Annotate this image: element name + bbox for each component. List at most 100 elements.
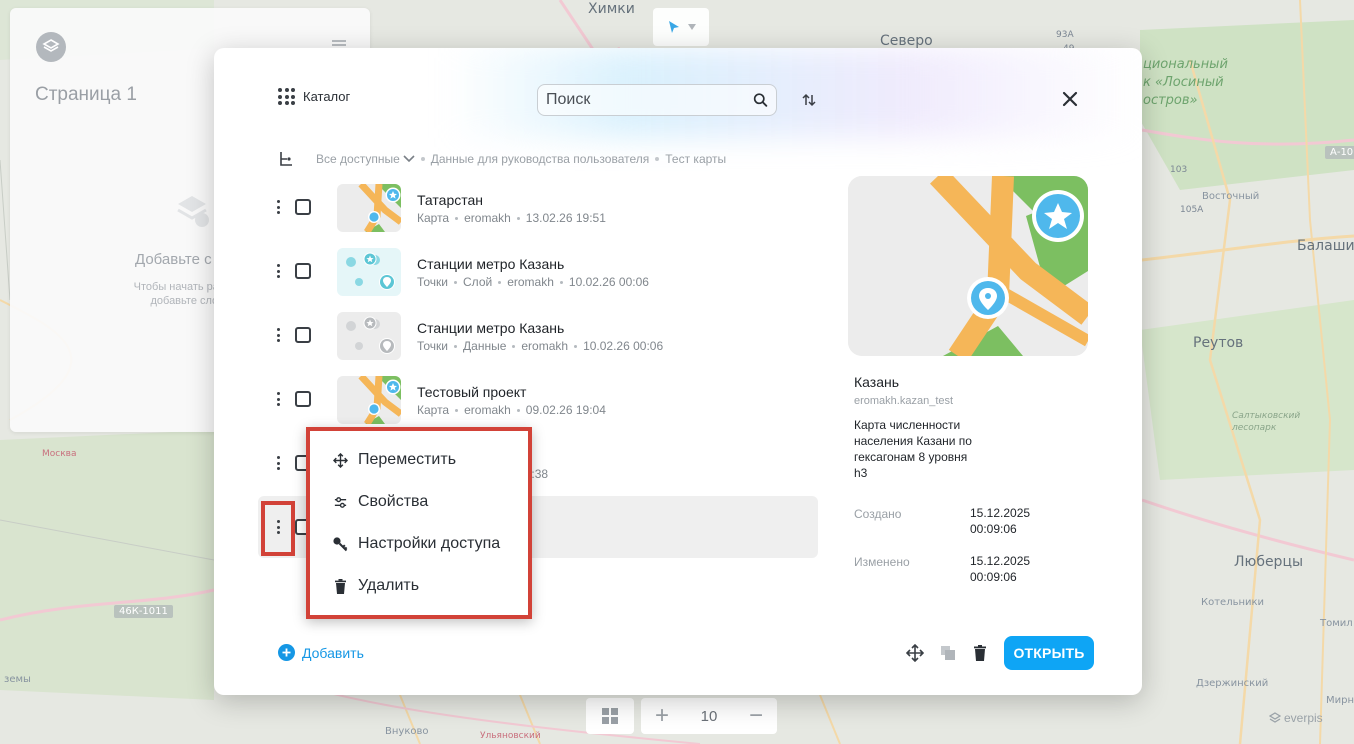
breadcrumb-separator — [420, 157, 425, 161]
item-thumbnail — [337, 184, 401, 232]
brand-name: everpis — [1284, 711, 1323, 725]
modified-value: 15.12.2025 00:09:06 — [970, 554, 1031, 584]
move-icon[interactable] — [906, 644, 924, 662]
breadcrumb-user-guide-data[interactable]: Данные для руководства пользователя — [431, 152, 650, 166]
meta-separator — [454, 344, 458, 348]
catalog-item[interactable]: Станции метро Казань Точки Слой eromakh 10.0… — [258, 240, 818, 302]
meta-separator — [455, 216, 459, 220]
meta-field: 09.02.26 19:04 — [525, 403, 606, 417]
road-number-105a: 105А — [1180, 205, 1204, 215]
road-number-93a: 93А — [1056, 30, 1074, 40]
details-description: Карта численности населения Казани по ге… — [854, 418, 972, 480]
meta-field: eromakh — [464, 211, 511, 225]
open-button[interactable]: ОТКРЫТЬ — [1004, 636, 1094, 670]
trash-icon[interactable] — [971, 644, 989, 662]
add-button[interactable]: Добавить — [278, 644, 364, 661]
details-id: eromakh.kazan_test — [854, 395, 954, 407]
item-title: Татарстан — [417, 192, 484, 208]
road-number-103: 103 — [1170, 165, 1188, 175]
copy-icon[interactable] — [939, 644, 957, 662]
meta-separator — [455, 408, 459, 412]
zoom-out-button[interactable]: − — [749, 704, 763, 728]
cursor-icon — [669, 21, 679, 33]
grid-view-button[interactable] — [586, 698, 634, 734]
meta-field: Точки — [417, 339, 449, 353]
meta-field: eromakh — [521, 339, 569, 353]
item-meta: Карта eromakh 13.02.26 19:51 — [417, 211, 606, 225]
trash-icon — [334, 578, 346, 594]
close-icon[interactable] — [1061, 90, 1079, 108]
map-label-zemy: земы — [4, 674, 31, 685]
apps-grid-icon — [278, 88, 295, 105]
menu-item-move[interactable]: Переместить — [332, 451, 456, 469]
catalog-item[interactable]: Татарстан Карта eromakh 13.02.26 19:51 — [258, 176, 818, 238]
pointer-tool-select[interactable] — [653, 8, 709, 46]
zoom-level: 10 — [700, 707, 718, 725]
more-options-icon[interactable] — [273, 390, 283, 408]
menu-item-properties[interactable]: Свойства — [332, 493, 428, 511]
menu-item-label: Переместить — [358, 451, 457, 468]
more-options-icon[interactable] — [273, 198, 283, 216]
breadcrumb-all-available[interactable]: Все доступные — [316, 152, 400, 166]
search-input[interactable] — [546, 91, 753, 109]
page-title: Страница 1 — [35, 84, 137, 105]
add-label: Добавить — [302, 644, 364, 661]
zoom-in-button[interactable]: + — [655, 704, 669, 728]
item-checkbox[interactable] — [295, 199, 311, 215]
more-options-icon[interactable] — [273, 326, 283, 344]
zoom-control: + 10 − — [641, 698, 777, 734]
meta-separator — [574, 344, 578, 348]
created-value: 15.12.2025 00:09:06 — [970, 506, 1031, 536]
map-label-ulyanovsky: Ульяновский — [480, 731, 541, 741]
meta-field: Точки — [417, 275, 449, 289]
meta-field: 10.02.26 00:06 — [568, 275, 649, 289]
meta-separator — [498, 280, 502, 284]
map-label-lyubertsy: Люберцы — [1234, 554, 1304, 570]
map-label-dzerzhinsky: Дзержинский — [1196, 678, 1269, 689]
sort-icon[interactable] — [801, 92, 817, 108]
search-icon[interactable] — [753, 91, 768, 109]
catalog-item[interactable]: Тестовый проект Карта eromakh 09.02.26 19:0… — [258, 368, 818, 430]
item-thumbnail — [337, 312, 401, 360]
item-checkbox[interactable] — [295, 263, 311, 279]
item-thumbnail — [337, 376, 401, 424]
map-label-kotelniki: Котельники — [1201, 597, 1265, 608]
chevron-down-icon[interactable] — [403, 155, 415, 163]
menu-item-access-settings[interactable]: Настройки доступа — [332, 535, 500, 553]
brand-logo-icon — [1269, 712, 1281, 723]
menu-item-delete[interactable]: Удалить — [332, 577, 419, 595]
road-badge-46k: 46К-1011 — [114, 605, 173, 618]
menu-item-label: Свойства — [358, 493, 429, 510]
search-box — [537, 84, 777, 116]
more-options-icon[interactable] — [273, 454, 283, 472]
chevron-down-icon — [688, 24, 696, 30]
item-checkbox[interactable] — [295, 327, 311, 343]
meta-field: Слой — [463, 275, 493, 289]
breadcrumb-separator — [655, 157, 660, 161]
breadcrumb-test-maps[interactable]: Тест карты — [665, 152, 726, 166]
catalog-button[interactable]: Каталог — [278, 88, 350, 105]
map-label-severo: Северо — [880, 33, 933, 49]
road-badge-a10: А-10 — [1325, 146, 1354, 159]
folder-tree-icon[interactable] — [278, 151, 294, 167]
catalog-label: Каталог — [303, 89, 351, 104]
plus-circle-icon — [278, 644, 295, 661]
meta-field: eromakh — [507, 275, 554, 289]
catalog-item[interactable]: Станции метро Казань Точки Данные eromakh 10… — [258, 304, 818, 366]
map-label-park: циональный к «Лосиный остров» — [1143, 57, 1228, 108]
meta-field: Карта — [417, 403, 450, 417]
item-checkbox[interactable] — [295, 391, 311, 407]
map-label-reutov: Реутов — [1193, 335, 1244, 351]
layers-add-icon — [172, 190, 212, 235]
meta-separator — [559, 280, 563, 284]
more-options-icon[interactable] — [273, 262, 283, 280]
item-thumbnail — [337, 248, 401, 296]
preview-thumbnail — [848, 176, 1088, 356]
app-logo-icon[interactable] — [36, 32, 66, 62]
context-menu: Переместить Свойства Настройки доступа У… — [306, 427, 532, 619]
key-icon — [333, 537, 348, 552]
kebab-highlight-frame — [261, 501, 295, 556]
map-label-tomil: Томил — [1320, 618, 1353, 629]
meta-field: Карта — [417, 211, 450, 225]
item-meta: Карта eromakh 09.02.26 19:04 — [417, 403, 606, 417]
